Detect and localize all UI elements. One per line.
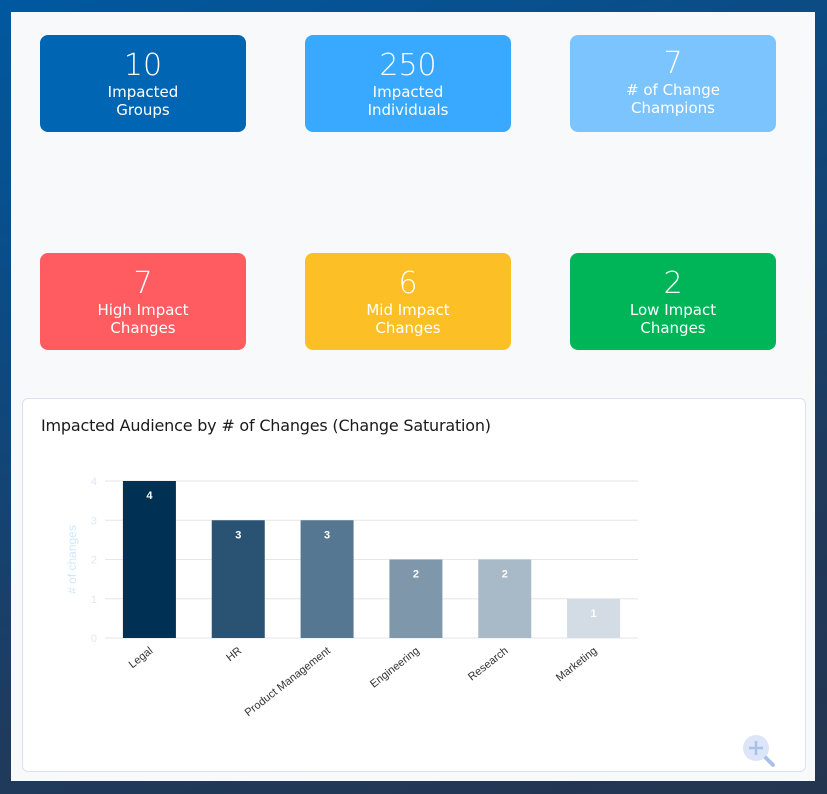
kpi-value: 250 bbox=[379, 47, 437, 83]
kpi-card-mid-impact-changes[interactable]: 6 Mid Impact Changes bbox=[305, 253, 511, 350]
data-label: 1 bbox=[591, 608, 597, 620]
bar-legal bbox=[122, 481, 176, 638]
dashboard-panel: 10 Impacted Groups 250 Impacted Individu… bbox=[11, 12, 815, 781]
kpi-label: Low Impact Changes bbox=[629, 300, 717, 337]
kpi-card-change-champions[interactable]: 7 # of Change Champions bbox=[570, 35, 776, 132]
kpi-value: 10 bbox=[123, 47, 163, 83]
kpi-card-impacted-groups[interactable]: 10 Impacted Groups bbox=[40, 35, 246, 132]
change-saturation-chart-card: Impacted Audience by # of Changes (Chang… bbox=[22, 398, 806, 772]
y-tick-label: 4 bbox=[91, 476, 97, 488]
y-tick-label: 3 bbox=[91, 515, 97, 527]
kpi-label: Impacted Individuals bbox=[367, 82, 449, 119]
bar-chart: 0 1 2 3 4 # of changes 4 Legal 3 HR 3 Product Manag… bbox=[65, 476, 638, 719]
y-tick-label: 0 bbox=[91, 633, 97, 645]
data-label: 2 bbox=[413, 569, 419, 581]
x-tick-label: Legal bbox=[127, 645, 156, 671]
x-tick-label: HR bbox=[224, 645, 244, 664]
kpi-label: High Impact Changes bbox=[97, 300, 189, 337]
kpi-value: 7 bbox=[133, 265, 153, 301]
zoom-in-button[interactable] bbox=[739, 731, 779, 771]
x-tick-label: Engineering bbox=[368, 645, 422, 691]
kpi-value: 2 bbox=[663, 265, 683, 301]
data-label: 3 bbox=[324, 529, 330, 541]
data-label: 2 bbox=[502, 569, 508, 581]
kpi-label: # of Change Champions bbox=[626, 80, 720, 117]
kpi-value: 7 bbox=[663, 45, 683, 81]
kpi-value: 6 bbox=[398, 265, 418, 301]
data-label: 4 bbox=[146, 490, 153, 502]
y-tick-label: 1 bbox=[91, 594, 97, 606]
kpi-card-high-impact-changes[interactable]: 7 High Impact Changes bbox=[40, 253, 246, 350]
kpi-label: Impacted Groups bbox=[107, 82, 179, 119]
data-label: 3 bbox=[235, 529, 241, 541]
kpi-label: Mid Impact Changes bbox=[366, 300, 450, 337]
y-axis-label: # of changes bbox=[65, 525, 79, 594]
x-tick-label: Research bbox=[466, 645, 510, 683]
x-tick-label: Marketing bbox=[554, 645, 599, 684]
y-tick-label: 2 bbox=[91, 555, 97, 567]
kpi-card-impacted-individuals[interactable]: 250 Impacted Individuals bbox=[305, 35, 511, 132]
x-tick-label: Product Management bbox=[243, 645, 333, 719]
zoom-in-icon bbox=[743, 735, 775, 767]
kpi-card-low-impact-changes[interactable]: 2 Low Impact Changes bbox=[570, 253, 776, 350]
